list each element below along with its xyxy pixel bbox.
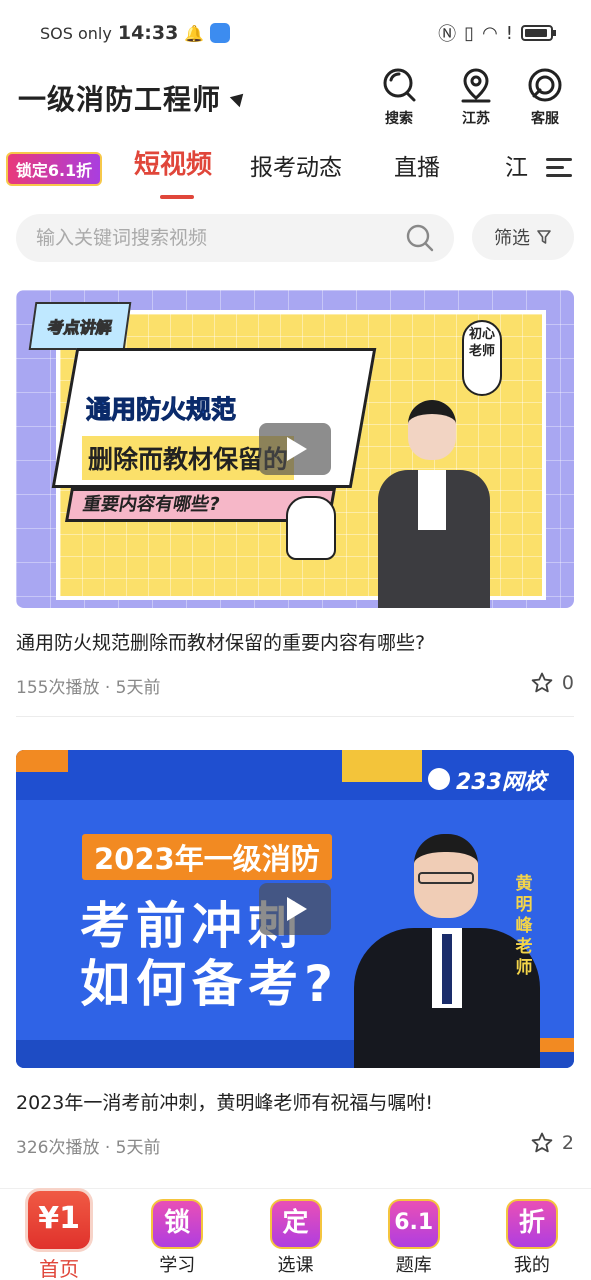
tab-live[interactable]: 直播 (394, 148, 440, 182)
video-title[interactable]: 2023年一消考前冲刺，黄明峰老师有祝福与嘱咐! (16, 1088, 574, 1115)
star-icon (531, 672, 553, 693)
nav-badge-icon: 定 (269, 1199, 322, 1249)
bell-icon: 🔔 (184, 23, 205, 43)
dropdown-caret-icon[interactable] (229, 88, 249, 108)
nav-label: 题库 (395, 1255, 432, 1276)
play-icon[interactable] (259, 423, 331, 475)
favorite-count: 2 (561, 1132, 574, 1154)
thumbnail-line: 通用防火规范 (85, 395, 237, 425)
nav-courses[interactable]: 定 选课 (236, 1189, 354, 1280)
play-count-date: 326次播放 · 5天前 (16, 1138, 161, 1158)
page-title[interactable]: 一级消防工程师 (18, 78, 221, 118)
video-card[interactable]: 233网校 2023年一级消防 考前冲刺 如何备考? 黄明峰老师 2023年一消… (16, 750, 574, 1163)
play-icon[interactable] (259, 883, 331, 935)
nav-question-bank[interactable]: 6.1 题库 (355, 1189, 473, 1280)
nav-home[interactable]: ¥1 首页 (0, 1189, 118, 1280)
tab-exam-news[interactable]: 报考动态 (250, 148, 342, 182)
vibrate-icon: ▯ (464, 22, 475, 44)
nav-badge-icon: 锁 (151, 1199, 204, 1249)
nav-profile[interactable]: 折 我的 (473, 1189, 591, 1280)
nav-badge-icon: 折 (505, 1199, 558, 1249)
location-button[interactable]: 江苏 (447, 66, 505, 128)
video-meta: 155次播放 · 5天前 0 (16, 671, 574, 703)
app-header: 一级消防工程师 搜索 江苏 客服 (0, 66, 591, 132)
thumbnail-tag: 考点讲解 (28, 302, 132, 350)
favorite-button[interactable]: 0 (530, 671, 574, 695)
video-title[interactable]: 通用防火规范删除而教材保留的重要内容有哪些? (16, 628, 574, 655)
nav-label: 学习 (159, 1255, 196, 1276)
teacher-photo (372, 400, 492, 608)
nav-label: 我的 (513, 1255, 550, 1276)
teacher-name-vertical: 黄明峰老师 (515, 874, 533, 978)
customer-service-label: 客服 (531, 111, 559, 127)
video-thumbnail[interactable]: 233网校 2023年一级消防 考前冲刺 如何备考? 黄明峰老师 (16, 750, 574, 1068)
funnel-icon (537, 230, 551, 244)
nav-study[interactable]: 锁 学习 (118, 1189, 236, 1280)
tab-jiangsu[interactable]: 江 (505, 148, 528, 182)
search-icon (383, 68, 416, 102)
filter-button-label: 筛选 (494, 228, 530, 249)
status-bar: SOS only 14:33 🔔 Ⓝ ▯ ◠ ! (0, 0, 591, 66)
search-icon[interactable] (406, 224, 434, 252)
battery-icon (521, 25, 556, 41)
app-notification-icon (210, 23, 231, 43)
rock-hand-illustration (286, 496, 336, 560)
brand-logo: 233网校 (456, 770, 546, 795)
menu-icon[interactable] (546, 158, 572, 178)
brand-mascot-icon (428, 768, 450, 790)
play-count-date: 155次播放 · 5天前 (16, 678, 161, 698)
search-button[interactable]: 搜索 (370, 66, 428, 128)
clock: 14:33 (117, 22, 179, 44)
headset-icon (528, 68, 562, 102)
nfc-icon: Ⓝ (438, 24, 457, 45)
star-icon (531, 1132, 553, 1153)
favorite-count: 0 (561, 672, 574, 694)
video-card[interactable]: 考点讲解 通用防火规范 删除而教材保留的 重要内容有哪些? 初心老师 通用防火规… (16, 290, 574, 703)
filter-button[interactable]: 筛选 (472, 214, 574, 260)
nav-badge-icon: ¥1 (28, 1191, 91, 1249)
promo-discount-chip[interactable]: 锁定6.1折 (6, 152, 102, 186)
nav-badge-icon: 6.1 (387, 1199, 440, 1249)
nav-label: 首页 (39, 1257, 80, 1280)
divider (16, 716, 574, 717)
thumbnail-line: 如何备考? (80, 955, 340, 1013)
favorite-button[interactable]: 2 (530, 1131, 574, 1155)
search-button-label: 搜索 (385, 111, 413, 127)
alert-icon: ! (505, 22, 513, 44)
active-tab-indicator (160, 195, 194, 199)
search-input[interactable] (36, 214, 396, 262)
customer-service-button[interactable]: 客服 (516, 66, 574, 128)
category-tabs: 锁定6.1折 短视频 报考动态 直播 江 (0, 140, 591, 202)
location-pin-icon (461, 68, 491, 103)
nav-label: 选课 (277, 1255, 314, 1276)
location-label: 江苏 (462, 111, 490, 127)
video-meta: 326次播放 · 5天前 2 (16, 1131, 574, 1163)
video-thumbnail[interactable]: 考点讲解 通用防火规范 删除而教材保留的 重要内容有哪些? 初心老师 (16, 290, 574, 608)
teacher-stamp: 初心老师 (462, 320, 502, 396)
wifi-icon: ◠ (482, 22, 498, 44)
carrier-text: SOS only (40, 23, 112, 43)
bottom-navigation: ¥1 首页 锁 学习 定 选课 6.1 题库 折 我的 (0, 1188, 591, 1280)
search-bar[interactable] (16, 214, 454, 262)
thumbnail-headline: 2023年一级消防 (82, 834, 332, 880)
tab-short-video[interactable]: 短视频 (134, 144, 212, 181)
